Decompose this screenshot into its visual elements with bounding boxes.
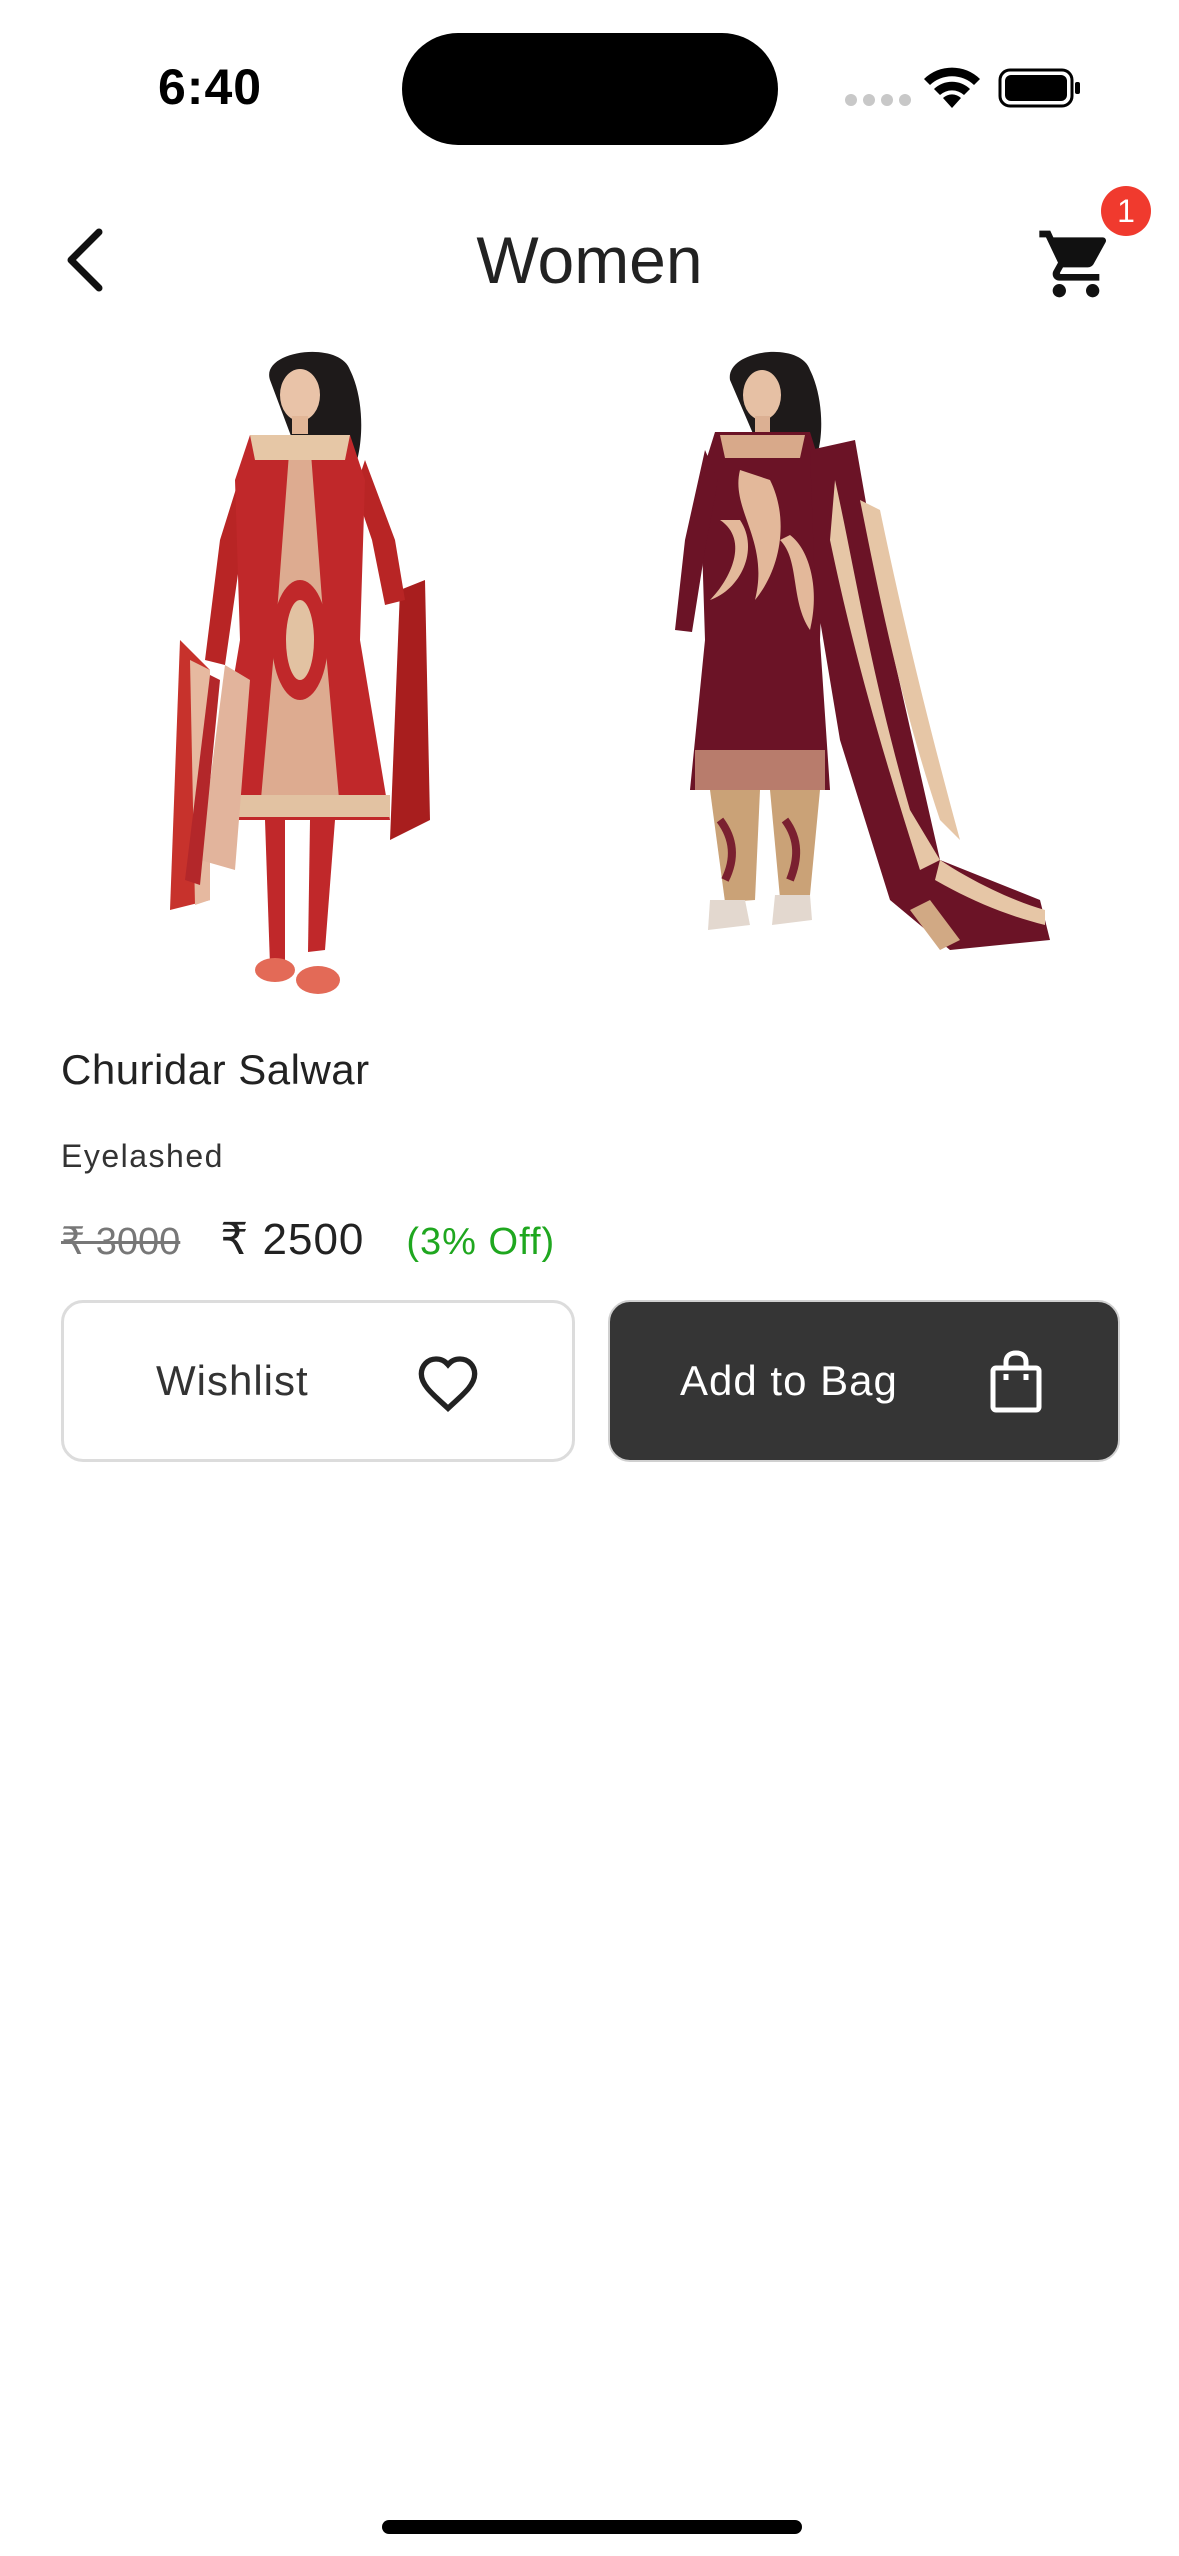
status-bar: 6:40 [0, 0, 1179, 170]
cart-count-badge: 1 [1101, 186, 1151, 236]
product-name: Churidar Salwar [61, 1046, 370, 1093]
dynamic-island [402, 33, 778, 145]
home-indicator[interactable] [382, 2520, 802, 2534]
add-to-bag-button[interactable]: Add to Bag [608, 1300, 1120, 1462]
product-image-maroon-suit[interactable] [640, 340, 1080, 1000]
product-brand: Eyelashed [61, 1138, 224, 1174]
discount-label: (3% Off) [406, 1221, 556, 1263]
nav-bar: Women [0, 200, 1179, 320]
product-gallery[interactable] [0, 340, 1179, 1000]
product-image-red-suit[interactable] [150, 340, 480, 1000]
wishlist-label: Wishlist [156, 1357, 309, 1404]
cellular-signal-icon [845, 94, 911, 106]
status-time: 6:40 [158, 59, 263, 115]
add-to-bag-label: Add to Bag [680, 1357, 898, 1404]
heart-icon [418, 1356, 478, 1412]
battery-icon [998, 68, 1080, 108]
cart-icon [1039, 230, 1107, 298]
shopping-bag-icon [990, 1350, 1042, 1413]
price-row: ₹ 3000 ₹ 2500 (3% Off) [61, 1214, 555, 1265]
wishlist-button[interactable]: Wishlist [61, 1300, 575, 1462]
selling-price: ₹ 2500 [220, 1215, 365, 1264]
wifi-icon [924, 67, 980, 108]
original-price: ₹ 3000 [61, 1221, 181, 1263]
page-title: Women [476, 223, 703, 297]
cart-button[interactable] [1036, 224, 1116, 304]
